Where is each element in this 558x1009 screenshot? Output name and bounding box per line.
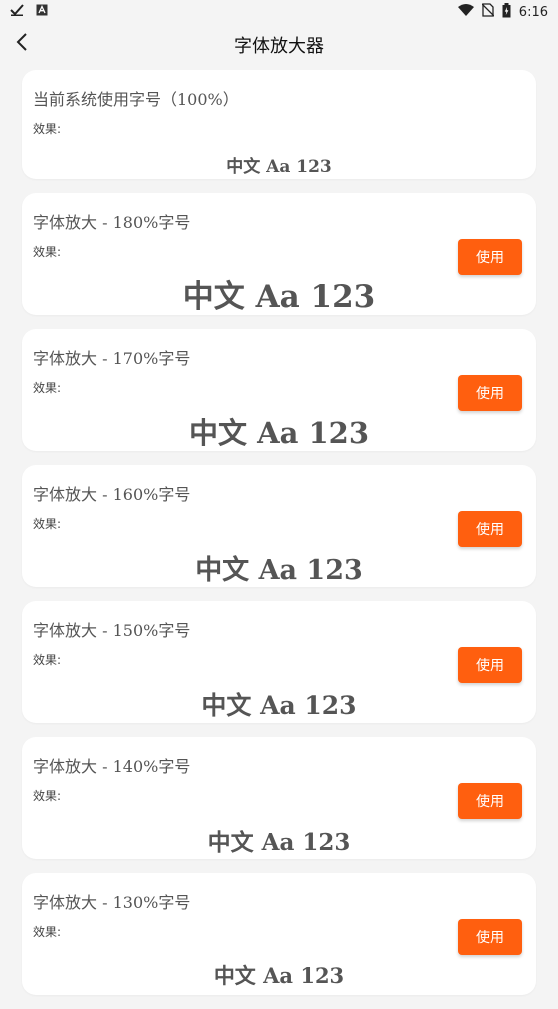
sample-text: 中文 Aa 123 [182,279,376,315]
use-button[interactable]: 使用 [458,919,522,955]
sample-text: 中文 Aa 123 [195,555,363,586]
sample-text: 中文 Aa 123 [207,829,351,856]
font-size-list: 当前系统使用字号（100%） 效果: 中文 Aa 123 字体放大 - 180%… [22,70,536,1009]
option-title: 字体放大 - 130%字号 [33,893,191,912]
effect-label: 效果: [33,517,62,531]
effect-label: 效果: [33,789,62,803]
option-title: 字体放大 - 160%字号 [33,485,191,504]
option-card-160: 字体放大 - 160%字号 效果: 中文 Aa 123 使用 [22,465,536,587]
option-card-150: 字体放大 - 150%字号 效果: 中文 Aa 123 使用 [22,601,536,723]
option-card-170: 字体放大 - 170%字号 效果: 中文 Aa 123 使用 [22,329,536,451]
option-card-140: 字体放大 - 140%字号 效果: 中文 Aa 123 使用 [22,737,536,859]
use-button[interactable]: 使用 [458,783,522,819]
no-sim-icon [481,3,495,21]
app-bar: 字体放大器 [0,24,558,64]
use-button[interactable]: 使用 [458,511,522,547]
effect-label: 效果: [33,122,62,136]
effect-label: 效果: [33,653,62,667]
option-card-130: 字体放大 - 130%字号 效果: 中文 Aa 123 使用 [22,873,536,995]
option-card-180: 字体放大 - 180%字号 效果: 中文 Aa 123 使用 [22,193,536,315]
page-title: 字体放大器 [234,36,324,57]
status-bar: 6:16 [0,0,558,24]
current-size-title: 当前系统使用字号（100%） [33,90,239,109]
wifi-icon [457,3,474,21]
sample-text: 中文 Aa 123 [213,963,345,988]
check-icon [10,4,24,20]
use-button[interactable]: 使用 [458,375,522,411]
option-title: 字体放大 - 180%字号 [33,213,191,232]
a-badge-icon [36,4,48,20]
sample-text: 中文 Aa 123 [201,691,357,720]
use-button[interactable]: 使用 [458,239,522,275]
use-button[interactable]: 使用 [458,647,522,683]
option-title: 字体放大 - 170%字号 [33,349,191,368]
effect-label: 效果: [33,925,62,939]
current-size-card: 当前系统使用字号（100%） 效果: 中文 Aa 123 [22,70,536,179]
battery-icon [502,2,511,22]
option-title: 字体放大 - 140%字号 [33,757,191,776]
sample-text: 中文 Aa 123 [226,157,332,177]
option-title: 字体放大 - 150%字号 [33,621,191,640]
effect-label: 效果: [33,245,62,259]
effect-label: 效果: [33,381,62,395]
clock-text: 6:16 [518,4,548,20]
sample-text: 中文 Aa 123 [188,416,370,450]
